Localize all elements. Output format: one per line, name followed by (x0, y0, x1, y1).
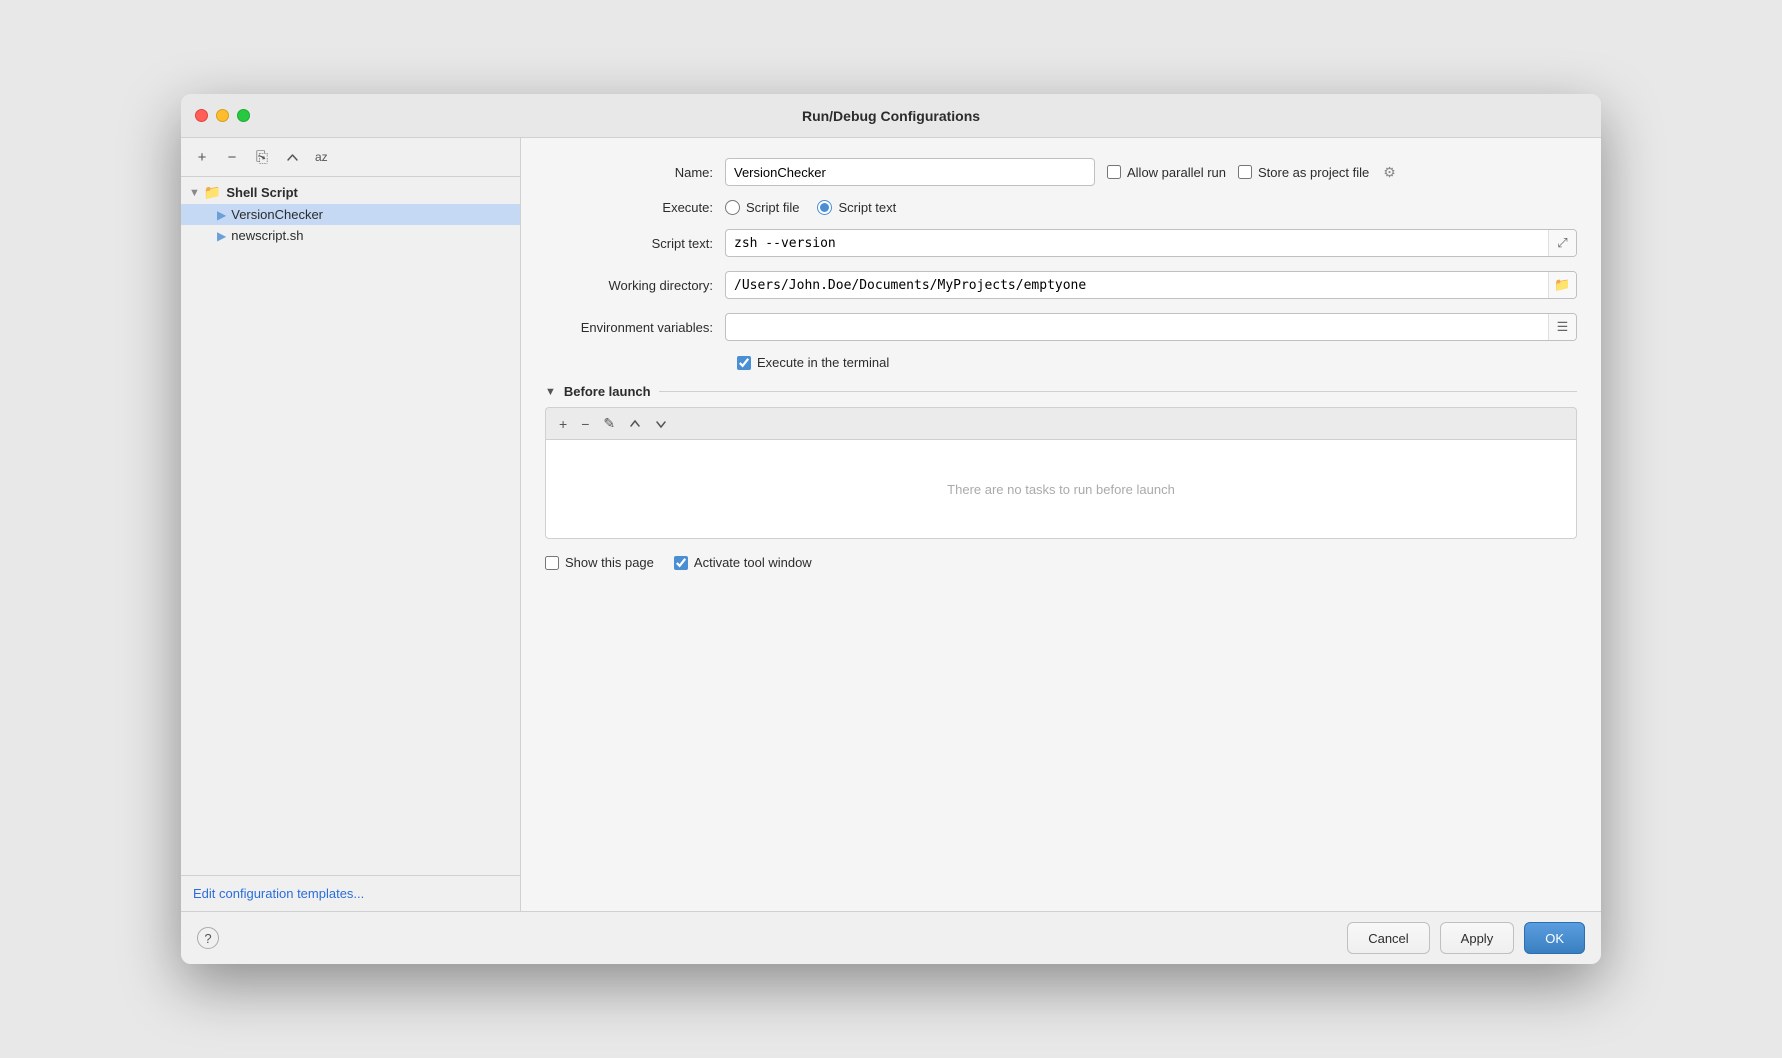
ok-button[interactable]: OK (1524, 922, 1585, 954)
action-buttons: Cancel Apply OK (1347, 922, 1585, 954)
env-vars-row: Environment variables: ☰ (545, 313, 1577, 341)
allow-parallel-checkbox[interactable] (1107, 165, 1121, 179)
folder-icon: 📁 (204, 184, 221, 201)
script-icon-2: ▶ (217, 229, 226, 243)
script-text-row: Script text: ⤢ (545, 229, 1577, 257)
before-launch-chevron[interactable]: ▼ (545, 386, 556, 398)
bottom-bar: ? Cancel Apply OK (181, 911, 1601, 964)
execute-control-area: Script file Script text (725, 200, 1577, 215)
apply-button[interactable]: Apply (1440, 922, 1515, 954)
tree-item-versionchecker[interactable]: ▶ VersionChecker (181, 204, 520, 225)
execute-label: Execute: (545, 200, 725, 215)
execute-in-terminal-checkbox[interactable] (737, 356, 751, 370)
env-vars-input[interactable] (726, 320, 1548, 335)
before-launch-move-up-button[interactable] (624, 415, 646, 433)
before-launch-title: Before launch (564, 384, 651, 399)
name-row: Name: Allow parallel run Store as projec… (545, 158, 1577, 186)
gear-settings-button[interactable]: ⚙ (1381, 162, 1398, 183)
tree-group-label: Shell Script (226, 185, 298, 200)
script-text-label: Script text: (545, 236, 725, 251)
working-dir-label: Working directory: (545, 278, 725, 293)
tree-item-label-2: newscript.sh (231, 228, 303, 243)
script-file-radio[interactable] (725, 200, 740, 215)
script-text-field-container: ⤢ (725, 229, 1577, 257)
show-page-checkbox[interactable] (545, 556, 559, 570)
env-vars-control-area: ☰ (725, 313, 1577, 341)
execute-in-terminal-row: Execute in the terminal (737, 355, 1577, 370)
store-as-project-label[interactable]: Store as project file (1238, 165, 1369, 180)
execute-row: Execute: Script file Script text (545, 200, 1577, 215)
activate-tool-window-label[interactable]: Activate tool window (674, 555, 812, 570)
sidebar: + − ⎘ az ▼ 📁 (181, 138, 521, 911)
cancel-button[interactable]: Cancel (1347, 922, 1429, 954)
before-launch-edit-button[interactable]: ✎ (598, 412, 620, 435)
add-configuration-button[interactable]: + (189, 144, 215, 170)
tree-expand-icon: ▼ (189, 187, 200, 199)
section-divider (659, 391, 1577, 392)
name-control-area: Allow parallel run Store as project file… (725, 158, 1577, 186)
sort-button[interactable]: az (309, 144, 335, 170)
working-dir-control-area: 📁 (725, 271, 1577, 299)
minimize-button[interactable] (216, 109, 229, 122)
tree-item-label: VersionChecker (231, 207, 323, 222)
working-dir-input[interactable] (726, 278, 1548, 293)
dialog-title: Run/Debug Configurations (802, 108, 980, 124)
store-as-project-checkbox[interactable] (1238, 165, 1252, 179)
tree-group-header[interactable]: ▼ 📁 Shell Script (181, 181, 520, 204)
sidebar-footer: Edit configuration templates... (181, 875, 520, 911)
sidebar-toolbar: + − ⎘ az (181, 138, 520, 177)
before-launch-add-button[interactable]: + (554, 413, 572, 435)
env-vars-label: Environment variables: (545, 320, 725, 335)
titlebar: Run/Debug Configurations (181, 94, 1601, 138)
svg-text:az: az (315, 150, 328, 164)
script-text-radio[interactable] (817, 200, 832, 215)
before-launch-toolbar: + − ✎ (545, 407, 1577, 439)
no-tasks-text: There are no tasks to run before launch (947, 482, 1175, 497)
show-page-label[interactable]: Show this page (545, 555, 654, 570)
working-dir-row: Working directory: 📁 (545, 271, 1577, 299)
tree-group-shell-script: ▼ 📁 Shell Script ▶ VersionChecker ▶ news… (181, 181, 520, 246)
maximize-button[interactable] (237, 109, 250, 122)
run-debug-configurations-dialog: Run/Debug Configurations + − ⎘ az (181, 94, 1601, 964)
activate-tool-window-checkbox[interactable] (674, 556, 688, 570)
main-content: + − ⎘ az ▼ 📁 (181, 138, 1601, 911)
close-button[interactable] (195, 109, 208, 122)
before-launch-section: ▼ Before launch + − ✎ There are n (545, 384, 1577, 539)
copy-configuration-button[interactable]: ⎘ (249, 144, 275, 170)
bottom-checkboxes: Show this page Activate tool window (545, 555, 1577, 570)
script-file-option[interactable]: Script file (725, 200, 799, 215)
env-vars-edit-button[interactable]: ☰ (1548, 313, 1576, 341)
traffic-lights (195, 109, 250, 122)
browse-working-dir-button[interactable]: 📁 (1548, 271, 1576, 299)
tree-item-newscript[interactable]: ▶ newscript.sh (181, 225, 520, 246)
sidebar-tree: ▼ 📁 Shell Script ▶ VersionChecker ▶ news… (181, 177, 520, 875)
right-panel: Name: Allow parallel run Store as projec… (521, 138, 1601, 911)
allow-parallel-label[interactable]: Allow parallel run (1107, 165, 1226, 180)
before-launch-remove-button[interactable]: − (576, 413, 594, 435)
execute-radio-group: Script file Script text (725, 200, 896, 215)
script-text-input[interactable] (726, 236, 1548, 251)
remove-configuration-button[interactable]: − (219, 144, 245, 170)
expand-script-button[interactable]: ⤢ (1548, 229, 1576, 257)
name-label: Name: (545, 165, 725, 180)
script-text-control-area: ⤢ (725, 229, 1577, 257)
working-dir-field-container: 📁 (725, 271, 1577, 299)
script-text-option[interactable]: Script text (817, 200, 896, 215)
before-launch-header: ▼ Before launch (545, 384, 1577, 399)
move-up-button[interactable] (279, 144, 305, 170)
before-launch-move-down-button[interactable] (650, 415, 672, 433)
help-button[interactable]: ? (197, 927, 219, 949)
before-launch-list: There are no tasks to run before launch (545, 439, 1577, 539)
edit-templates-link[interactable]: Edit configuration templates... (193, 886, 364, 901)
name-input[interactable] (725, 158, 1095, 186)
script-icon: ▶ (217, 208, 226, 222)
execute-in-terminal-label[interactable]: Execute in the terminal (737, 355, 889, 370)
env-vars-field-container: ☰ (725, 313, 1577, 341)
